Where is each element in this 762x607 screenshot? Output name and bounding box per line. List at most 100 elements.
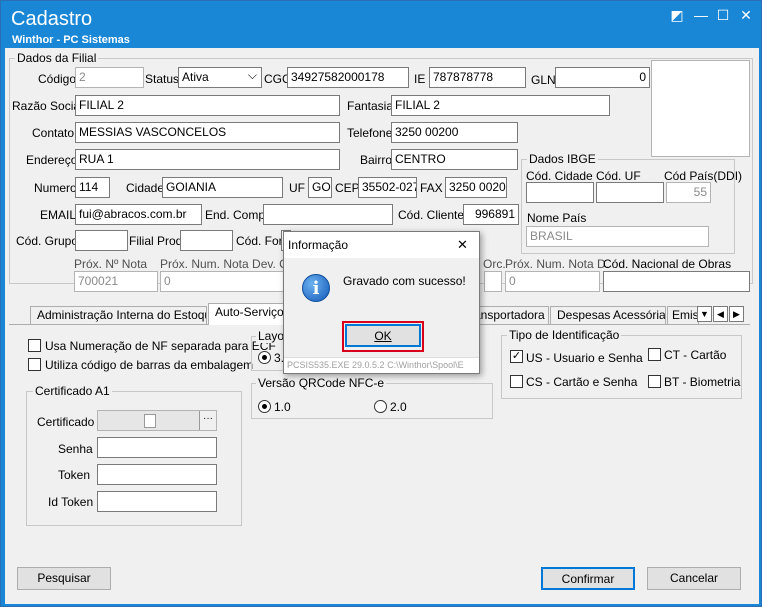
prox-nota-dev-field[interactable]: 0 <box>160 271 290 292</box>
tab-emissao[interactable]: Emiss <box>667 306 699 324</box>
end-comp-field[interactable] <box>263 204 393 225</box>
cancelar-button[interactable]: Cancelar <box>647 567 741 590</box>
prox-nota-field[interactable]: 700021 <box>74 271 158 292</box>
filial-prod-field[interactable] <box>180 230 233 251</box>
window-subtitle: Winthor - PC Sistemas <box>12 34 130 46</box>
email-field[interactable]: fui@abracos.com.br <box>75 204 202 225</box>
dados-filial-title: Dados da Filial <box>15 51 99 65</box>
cod-uf-field[interactable] <box>596 182 664 203</box>
browse-button[interactable]: ··· <box>199 411 216 430</box>
status-value: Ativa <box>182 70 209 84</box>
fantasia-label: Fantasia <box>347 99 394 113</box>
cod-grupo-label: Cód. Grupo <box>16 234 79 248</box>
pesquisar-button[interactable]: Pesquisar <box>17 567 111 590</box>
us-checkbox[interactable]: ✓ <box>510 350 523 363</box>
id-token-field[interactable] <box>97 491 217 512</box>
dialog-message: Gravado com sucesso! <box>343 274 466 288</box>
layout-radio[interactable] <box>258 351 271 364</box>
certificado-field[interactable]: ··· <box>97 410 217 431</box>
prox-nota-d-label: Próx. Num. Nota D. <box>505 257 610 271</box>
versao-1-radio[interactable] <box>258 400 271 413</box>
us-label: US - Usuario e Senha <box>526 351 643 365</box>
dialog-title: Informação <box>288 238 349 252</box>
chevron-down-icon: ⌵ <box>247 68 257 82</box>
utiliza-codigo-label: Utiliza código de barras da embalagem <box>45 358 254 372</box>
usa-numeracao-checkbox[interactable] <box>28 339 41 352</box>
restore-icon[interactable]: ◩ <box>669 7 685 23</box>
app-window: Cadastro Winthor - PC Sistemas ◩ — ☐ ✕ D… <box>0 0 762 607</box>
tab-scroll-left-icon[interactable]: ◀ <box>713 306 728 322</box>
tab-transportadora[interactable]: ansportadora <box>471 306 549 324</box>
bairro-field[interactable]: CENTRO <box>391 149 518 170</box>
utiliza-codigo-checkbox[interactable] <box>28 358 41 371</box>
gln-field[interactable]: 0 <box>555 67 650 88</box>
versao-1-label: 1.0 <box>274 400 291 414</box>
info-icon: i <box>302 274 330 302</box>
token-field[interactable] <box>97 464 217 485</box>
bairro-label: Bairro <box>360 153 393 167</box>
razao-social-field[interactable]: FILIAL 2 <box>75 95 340 116</box>
certificado-a1-title: Certificado A1 <box>33 384 112 398</box>
ct-label: CT - Cartão <box>664 348 727 362</box>
contato-label: Contato <box>32 126 75 140</box>
confirmar-button[interactable]: Confirmar <box>541 567 635 590</box>
tab-despesas-acessorias[interactable]: Despesas Acessórias <box>550 306 666 324</box>
fax-label: FAX <box>420 181 443 195</box>
prox-nota-dev-label: Próx. Num. Nota Dev. Cli. <box>160 257 297 271</box>
razao-social-label: Razão Social <box>12 99 83 113</box>
cidade-field[interactable]: GOIANIA <box>162 177 283 198</box>
fax-field[interactable]: 3250 00200 <box>445 177 507 198</box>
tab-auto-servico[interactable]: Auto-Serviço <box>208 303 286 325</box>
codigo-field[interactable]: 2 <box>75 67 144 88</box>
dialog-close-icon[interactable]: ✕ <box>457 237 468 253</box>
cod-cidade-field[interactable] <box>526 182 594 203</box>
prox-nota-d-field[interactable]: 0 <box>505 271 600 292</box>
ok-button[interactable]: OK <box>345 324 421 347</box>
cod-pais-label: Cód País(DDI) <box>664 169 743 183</box>
information-dialog: Informação ✕ i Gravado com sucesso! OK P… <box>283 231 480 374</box>
status-select[interactable]: Ativa ⌵ <box>178 67 262 88</box>
versao-2-radio[interactable] <box>374 400 387 413</box>
cod-cliente-label: Cód. Cliente <box>398 208 465 222</box>
ct-checkbox[interactable] <box>648 348 661 361</box>
senha-label: Senha <box>58 442 93 456</box>
bt-checkbox[interactable] <box>648 375 661 388</box>
gln-label: GLN <box>531 73 556 87</box>
cod-grupo-field[interactable] <box>75 230 128 251</box>
nome-pais-field[interactable]: BRASIL <box>526 226 709 247</box>
close-icon[interactable]: ✕ <box>738 7 754 23</box>
logo-image-box[interactable] <box>651 60 750 157</box>
cod-cliente-field[interactable]: 996891 <box>463 204 519 225</box>
tab-scroll-right-icon[interactable]: ▶ <box>729 306 744 322</box>
uf-field[interactable]: GO <box>308 177 332 198</box>
end-comp-label: End. Comp. <box>205 208 269 222</box>
prox-orc-label: Orc. <box>483 257 506 271</box>
senha-field[interactable] <box>97 437 217 458</box>
ie-label: IE <box>414 72 426 86</box>
cep-field[interactable]: 35502-027 <box>358 177 417 198</box>
minimize-icon[interactable]: — <box>693 7 709 23</box>
endereco-field[interactable]: RUA 1 <box>75 149 340 170</box>
title-bar[interactable]: Cadastro Winthor - PC Sistemas ◩ — ☐ ✕ <box>1 1 761 47</box>
tab-list-dropdown-icon[interactable]: ▼ <box>697 306 712 322</box>
cgc-field[interactable]: 34927582000178 <box>287 67 409 88</box>
prox-orc-field[interactable] <box>484 271 502 292</box>
tab-administracao[interactable]: Administração Interna do Estoque <box>30 306 207 324</box>
telefone-field[interactable]: 3250 00200 <box>391 122 518 143</box>
dialog-status-text: PCSIS535.EXE 29.0.5.2 C:\Winthor\Spool\E <box>284 357 479 373</box>
cod-pais-field[interactable]: 55 <box>666 182 711 203</box>
certificado-label: Certificado <box>37 415 95 429</box>
uf-label: UF <box>289 181 305 195</box>
codigo-label: Código <box>38 72 77 86</box>
dialog-title-bar[interactable]: Informação ✕ <box>284 232 479 258</box>
maximize-icon[interactable]: ☐ <box>715 7 731 23</box>
cs-label: CS - Cartão e Senha <box>526 375 638 389</box>
cs-checkbox[interactable] <box>510 375 523 388</box>
status-label: Status <box>145 72 180 86</box>
nome-pais-label: Nome País <box>527 211 587 225</box>
fantasia-field[interactable]: FILIAL 2 <box>391 95 610 116</box>
contato-field[interactable]: MESSIAS VASCONCELOS <box>75 122 340 143</box>
cod-nac-obras-field[interactable] <box>603 271 750 292</box>
numero-field[interactable]: 114 <box>75 177 110 198</box>
ie-field[interactable]: 787878778 <box>429 67 526 88</box>
